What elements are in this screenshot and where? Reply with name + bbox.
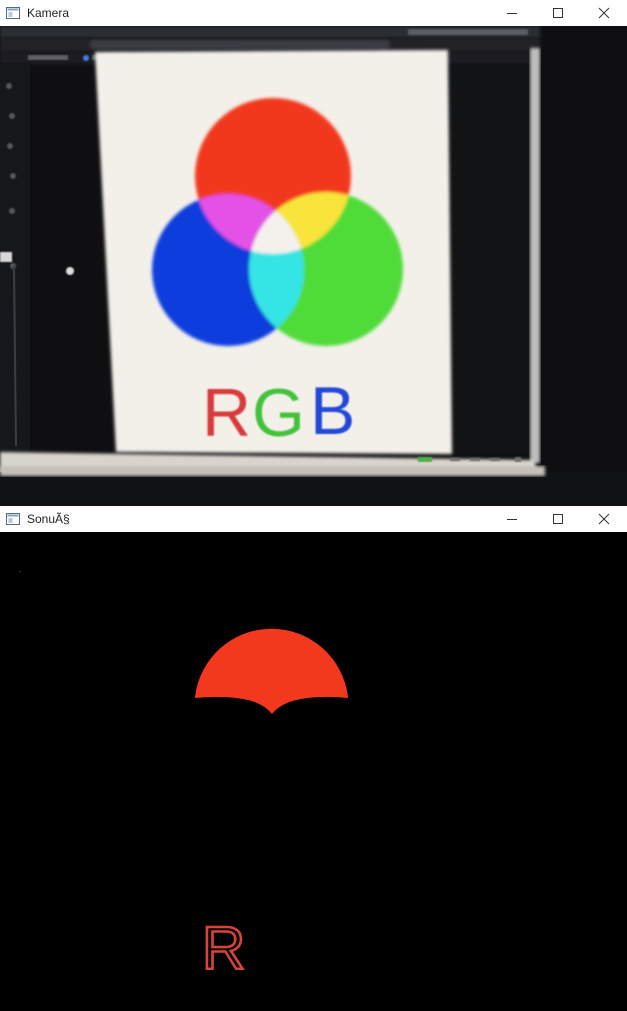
- window-title: Kamera: [27, 6, 70, 20]
- rgb-label: R G B: [202, 373, 355, 451]
- sonuc-window: SonuÃ§ R: [0, 506, 627, 1011]
- letter-r: R: [202, 375, 251, 451]
- close-icon: [598, 513, 610, 525]
- close-button[interactable]: [581, 506, 627, 532]
- close-button[interactable]: [581, 0, 627, 26]
- minimize-button[interactable]: [489, 506, 535, 532]
- letter-b: B: [310, 373, 355, 449]
- minimize-icon: [507, 519, 517, 520]
- maximize-button[interactable]: [535, 506, 581, 532]
- letter-g: G: [252, 375, 305, 451]
- window-controls: [489, 506, 627, 532]
- window-controls: [489, 0, 627, 26]
- close-icon: [598, 7, 610, 19]
- maximize-icon: [553, 514, 563, 524]
- detected-letter-r: R: [202, 915, 245, 982]
- opencv-window-icon: [6, 513, 20, 525]
- maximize-icon: [553, 8, 563, 18]
- mask-frame: R: [0, 532, 627, 1011]
- opencv-window-icon: [6, 7, 20, 19]
- minimize-icon: [507, 13, 517, 14]
- window-title: SonuÃ§: [27, 512, 70, 526]
- kamera-window: Kamera R G B: [0, 0, 627, 506]
- result-mask-view: R: [0, 532, 627, 1011]
- minimize-button[interactable]: [489, 0, 535, 26]
- camera-frame: R G B: [0, 26, 627, 506]
- kamera-titlebar[interactable]: Kamera: [0, 0, 627, 26]
- maximize-button[interactable]: [535, 0, 581, 26]
- sonuc-titlebar[interactable]: SonuÃ§: [0, 506, 627, 532]
- camera-feed: R G B: [0, 26, 627, 506]
